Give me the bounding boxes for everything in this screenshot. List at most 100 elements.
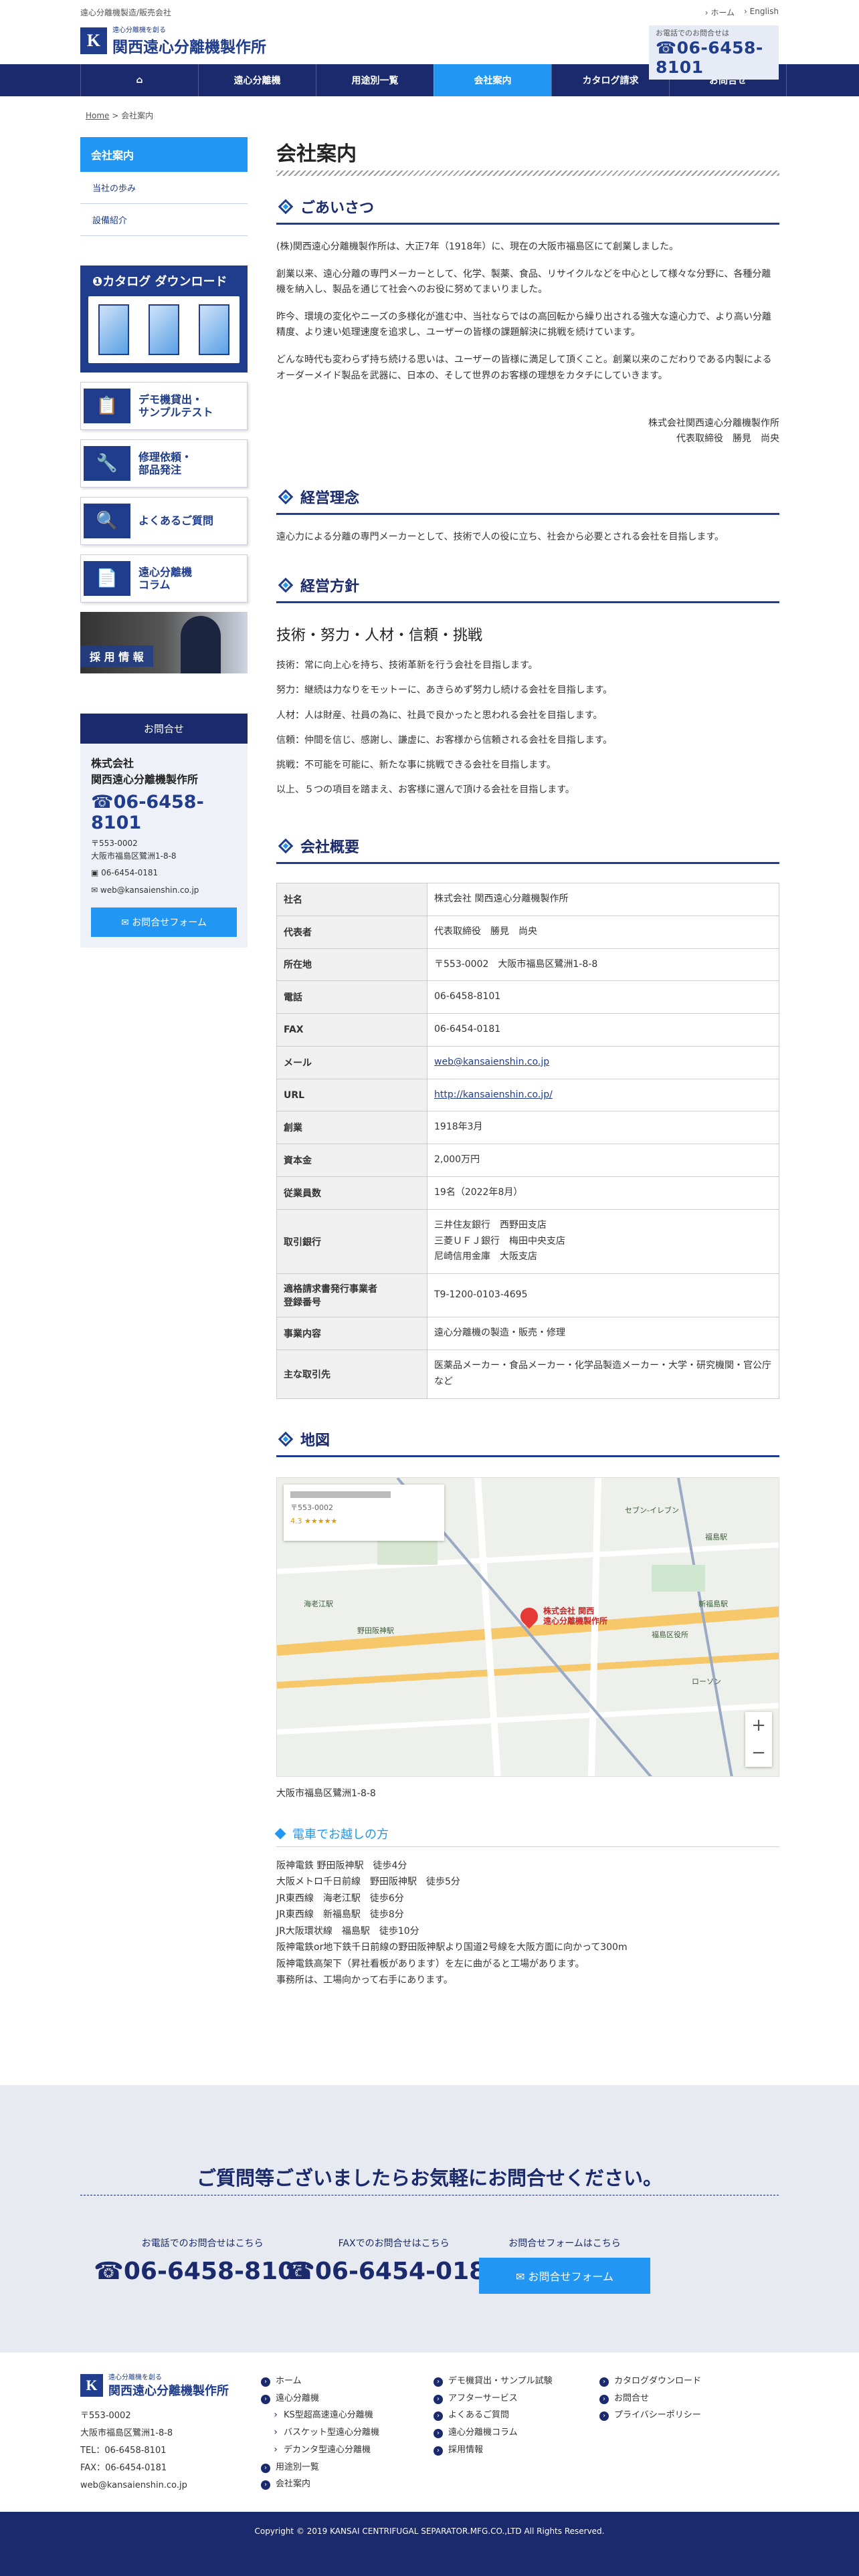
businessman-image (181, 616, 221, 673)
footer-link[interactable]: よくあるご質問 (434, 2407, 553, 2424)
nav-home-icon[interactable]: ⌂ (80, 64, 198, 96)
footer-link[interactable]: デカンタ型遠心分離機 (261, 2442, 379, 2459)
contact-company: 株式会社 関西遠心分離機製作所 (91, 757, 199, 786)
cta-form-button[interactable]: ✉ お問合せフォーム (479, 2258, 650, 2294)
cta-form: お問合せフォームはこちら ✉ お問合せフォーム (479, 2236, 650, 2294)
diamond-icon (278, 838, 294, 854)
footer-link[interactable]: 遠心分離機コラム (434, 2424, 553, 2442)
table-link[interactable]: http://kansaienshin.co.jp/ (434, 1089, 553, 1100)
header-phone-number[interactable]: ☎06-6458-8101 (656, 38, 772, 77)
table-row-label: 代表者 (276, 915, 427, 949)
top-link-home[interactable]: › ホーム (705, 7, 735, 18)
fax-icon: ▣ (91, 868, 102, 878)
table-row-value: 医薬品メーカー・食品メーカー・化学品製造メーカー・大学・研究機関・官公庁など (427, 1350, 779, 1399)
contact-form-button[interactable]: ✉ お問合せフォーム (91, 907, 237, 937)
sidebar-item-facilities[interactable]: 設備紹介 (80, 204, 248, 236)
nav-item-applications[interactable]: 用途別一覧 (316, 64, 434, 96)
nav-item-company[interactable]: 会社案内 (434, 64, 551, 96)
table-row-label: URL (276, 1078, 427, 1112)
footer-link[interactable]: 用途別一覧 (261, 2459, 379, 2476)
faq-banner[interactable]: 🔍 よくあるご質問 (80, 497, 248, 545)
footer-link[interactable]: デモ機貸出・サンプル試験 (434, 2373, 553, 2390)
table-row: 従業員数 19名（2022年8月） (276, 1176, 779, 1210)
catalog-download-banner[interactable]: ❶カタログ ダウンロード (80, 265, 248, 372)
access-line: 大阪メトロ千日前線 野田阪神駅 徒歩5分 (276, 1876, 460, 1888)
demo-rental-banner[interactable]: 📋 デモ機貸出・ サンプルテスト (80, 382, 248, 430)
access-heading: 電車でお越しの方 (274, 1825, 779, 1847)
diamond-icon (278, 1431, 294, 1446)
table-row-value: T9-1200-0103-4695 (427, 1273, 779, 1318)
map-place-label: セブン-イレブン (625, 1505, 679, 1515)
contact-phone[interactable]: ☎06-6458-8101 (91, 792, 237, 833)
logo-mark-icon: K (80, 2373, 103, 2397)
greeting-paragraph: 昨今、環境の変化やニーズの多様化が進む中、当社ならではの高回転から繰り出される強… (276, 312, 772, 338)
footer-link[interactable]: アフターサービス (434, 2390, 553, 2407)
catalog-banner-title: ❶カタログ ダウンロード (92, 275, 227, 289)
table-row: 取引銀行 三井住友銀行 西野田支店 三菱ＵＦＪ銀行 梅田中央支店 尼崎信用金庫 大阪支… (276, 1208, 779, 1275)
map-zoom-controls: + − (745, 1711, 772, 1767)
map-place-card[interactable]: 〒553-0002 4.3 ★★★★★ (284, 1484, 444, 1541)
table-row-label: 所在地 (276, 948, 427, 982)
cta-fax-label: FAXでのお問合せはこちら (338, 2238, 450, 2249)
table-link[interactable]: web@kansaienshin.co.jp (434, 1057, 549, 1067)
table-row-label: 電話 (276, 980, 427, 1014)
recruit-banner[interactable]: 採 用 情 報 (80, 612, 248, 673)
banner-line: 修理依頼・ (138, 450, 193, 463)
google-map[interactable]: 〒553-0002 4.3 ★★★★★ 株式会社 関西 遠心分離機製作所 セブン-… (276, 1477, 779, 1777)
mail-icon: ✉ (121, 917, 132, 928)
logo-mark-icon: K (80, 27, 107, 54)
mail-icon: ✉ (515, 2270, 529, 2283)
table-row-value: 1918年3月 (427, 1111, 779, 1145)
repair-request-banner[interactable]: 🔧 修理依頼・ 部品発注 (80, 439, 248, 488)
zoom-in-icon[interactable]: + (751, 1715, 766, 1735)
table-row-value: 遠心分離機の製造・販売・修理 (427, 1317, 779, 1351)
table-row: 主な取引先 医薬品メーカー・食品メーカー・化学品製造メーカー・大学・研究機関・官公… (276, 1350, 779, 1399)
table-row: メール web@kansaienshin.co.jp (276, 1045, 779, 1079)
footer-link[interactable]: KS型超高速遠心分離機 (261, 2407, 379, 2424)
sidebar-heading[interactable]: 会社案内 (80, 137, 248, 172)
diamond-icon (278, 489, 294, 505)
map-place-label: 野田阪神駅 (357, 1626, 394, 1635)
breadcrumb-home[interactable]: Home (86, 111, 109, 120)
policy-item: 技術：常に向上心を持ち、技術革新を行う会社を目指します。 (276, 660, 538, 671)
table-row-value: http://kansaienshin.co.jp/ (427, 1078, 779, 1112)
banner-line: 部品発注 (138, 463, 182, 476)
map-place-label: ローソン (692, 1677, 721, 1686)
table-row-label: 社名 (276, 882, 427, 916)
footer-link[interactable]: 遠心分離機 (261, 2390, 379, 2407)
philosophy-text: 遠心力による分離の専門メーカーとして、技術で人の役に立ち、社会から必要とされる会… (276, 532, 725, 543)
phone-icon: ☎ (656, 38, 677, 58)
contact-fax: ▣ 06-6454-0181 (91, 868, 159, 878)
footer-link[interactable]: 会社案内 (261, 2476, 379, 2493)
footer-link[interactable]: ホーム (261, 2373, 379, 2390)
cta-phone-number[interactable]: ☎06-6458-8101 (94, 2258, 311, 2285)
nav-item-centrifuge[interactable]: 遠心分離機 (198, 64, 316, 96)
access-line: JR東西線 海老江駅 徒歩6分 (276, 1893, 404, 1904)
footer-link[interactable]: お問合せ (599, 2390, 701, 2407)
table-row: FAX 06-6454-0181 (276, 1013, 779, 1047)
column-banner[interactable]: 📄 遠心分離機 コラム (80, 554, 248, 603)
policy-item: 努力：継続は力なりをモットーに、あきらめず努力し続ける会社を目指します。 (276, 685, 613, 696)
table-row: 代表者 代表取締役 勝見 尚央 (276, 915, 779, 949)
cta-fax: FAXでのお問合せはこちら ☎06-6454-0181 (285, 2236, 502, 2285)
sidebar-item-history[interactable]: 当社の歩み (80, 172, 248, 204)
logo-name: 関西遠心分離機製作所 (108, 2384, 229, 2398)
footer-link[interactable]: 採用情報 (434, 2442, 553, 2459)
header-phone-label: お電話でのお問合せは (656, 29, 729, 37)
breadcrumb: Home > 会社案内 (86, 110, 153, 121)
access-line: 阪神電鉄or地下鉄千日前線の野田阪神駅より国道2号線を大阪方面に向かって300m (276, 1942, 628, 1953)
banner-line: サンプルテスト (138, 406, 213, 419)
footer-link[interactable]: プライバシーポリシー (599, 2407, 701, 2424)
footer-logo[interactable]: K 遠心分離機を創る 関西遠心分離機製作所 (80, 2371, 229, 2399)
section-map-heading: 地図 (276, 1428, 779, 1457)
footer-link[interactable]: バスケット型遠心分離機 (261, 2424, 379, 2442)
top-link-english[interactable]: › English (744, 7, 779, 18)
table-row: URL http://kansaienshin.co.jp/ (276, 1078, 779, 1112)
diamond-icon (278, 199, 294, 215)
main-content: 会社案内 ごあいさつ (株)関西遠心分離機製作所は、大正7年（1918年）に、現… (274, 137, 779, 1989)
footer-link[interactable]: カタログダウンロード (599, 2373, 701, 2390)
site-logo[interactable]: K 遠心分離機を創る 関西遠心分離機製作所 (80, 24, 266, 57)
zoom-out-icon[interactable]: − (751, 1743, 766, 1763)
greeting-paragraph: 創業以来、遠心分離の専門メーカーとして、化学、製薬、食品、リサイクルなどを中心と… (276, 269, 771, 296)
contact-email[interactable]: ✉ web@kansaienshin.co.jp (91, 884, 237, 897)
